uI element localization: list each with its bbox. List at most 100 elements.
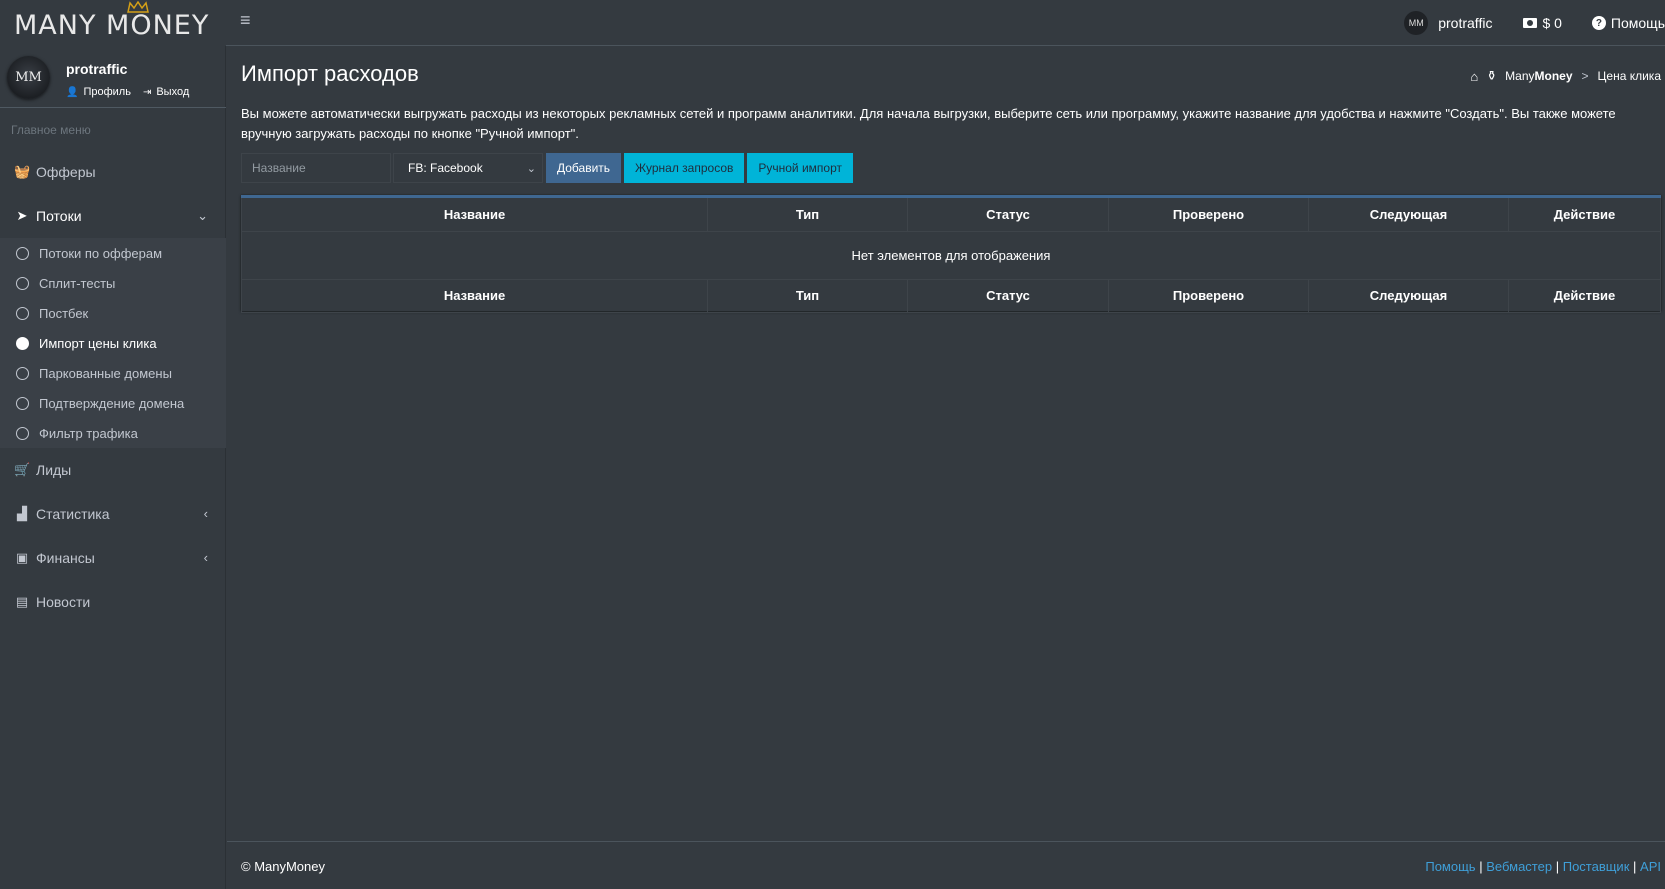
imports-table: Название Тип Статус Проверено Следующая … [241, 198, 1661, 313]
profile-label: Профиль [83, 86, 131, 98]
sidebar-subitem-domain-verification[interactable]: Подтверждение домена [0, 388, 226, 418]
circle-icon [16, 276, 29, 290]
column-footer-next: Следующая [1308, 279, 1509, 313]
sidebar: MM protraffic 👤 Профиль ⇥ Выход Главное … [0, 46, 226, 889]
column-header-status[interactable]: Статус [907, 198, 1109, 232]
sidebar-item-finance[interactable]: ▣ Финансы ‹ [0, 536, 226, 580]
sidebar-item-offers[interactable]: 🧺 Офферы [0, 150, 226, 194]
cart-icon: 🛒 [14, 462, 31, 477]
profile-link[interactable]: 👤 Профиль [66, 86, 131, 98]
brand-logo-text: MANY MONEY [14, 10, 210, 41]
top-navbar: MANY MONEY ≡ MM protraffic $ 0 ? Помощь [0, 0, 1665, 46]
user-icon: 👤 [66, 86, 79, 98]
column-header-checked[interactable]: Проверено [1108, 198, 1309, 232]
sidebar-subitem-click-price-import[interactable]: Импорт цены клика [0, 328, 226, 358]
sidebar-subitem-label: Паркованные домены [39, 365, 172, 381]
money-icon: ▣ [15, 550, 29, 565]
footer-link-webmaster[interactable]: Вебмастер [1486, 859, 1552, 874]
breadcrumb-separator: > [1581, 69, 1589, 83]
avatar: MM [1404, 11, 1429, 35]
footer-separator: | [1555, 859, 1560, 874]
sidebar-item-news[interactable]: ▤ Новости [0, 580, 226, 624]
money-icon [1523, 18, 1538, 28]
column-header-type[interactable]: Тип [707, 198, 908, 232]
sidebar-item-label: Лиды [36, 462, 72, 478]
circle-icon [16, 396, 29, 410]
breadcrumb-root[interactable]: ManyMoney [1505, 69, 1572, 83]
sidebar-subitem-label: Сплит-тесты [39, 275, 116, 291]
main-content: Импорт расходов ⌂ ⚱ ManyMoney > Цена кли… [227, 46, 1665, 841]
column-header-name[interactable]: Название [241, 198, 708, 232]
sidebar-item-label: Потоки [36, 208, 82, 224]
brand[interactable]: MANY MONEY [0, 0, 226, 46]
sidebar-item-streams[interactable]: ➤ Потоки ⌄ [0, 194, 226, 238]
circle-icon [16, 366, 29, 380]
add-button[interactable]: Добавить [546, 153, 622, 183]
footer-separator: | [1633, 859, 1637, 874]
menu-header: Главное меню [11, 123, 91, 137]
footer-links: Помощь | Вебмастер | Поставщик | API [1425, 859, 1661, 874]
user-panel: MM protraffic 👤 Профиль ⇥ Выход [0, 46, 226, 108]
page-description: Вы можете автоматически выгружать расход… [241, 106, 1616, 141]
circle-icon [16, 306, 29, 320]
circle-filled-icon [16, 336, 29, 350]
sidebar-item-label: Новости [36, 594, 91, 610]
column-header-action: Действие [1508, 198, 1661, 232]
network-select[interactable]: FB: Facebook ⌄ [393, 153, 543, 183]
sidebar-subitem-label: Постбек [39, 305, 89, 321]
logout-link[interactable]: ⇥ Выход [143, 86, 189, 98]
balance-link[interactable]: $ 0 [1523, 15, 1562, 31]
avatar[interactable]: MM [7, 56, 50, 99]
chart-icon: ▟ [17, 506, 27, 521]
name-input[interactable] [241, 153, 391, 183]
balance-value: $ 0 [1542, 15, 1562, 31]
sidebar-item-label: Офферы [36, 164, 96, 180]
sidebar-subitem-traffic-filter[interactable]: Фильтр трафика [0, 418, 226, 448]
page-title: Импорт расходов [241, 61, 419, 86]
breadcrumb-root-bold: Money [1534, 69, 1573, 83]
paper-plane-icon: ➤ [16, 208, 28, 223]
home-icon[interactable]: ⌂ [1470, 69, 1478, 84]
menu-toggle-icon[interactable]: ≡ [240, 11, 254, 29]
nav-username: protraffic [1438, 15, 1493, 31]
column-footer-type: Тип [707, 279, 908, 313]
sidebar-item-label: Финансы [36, 550, 95, 566]
table-header-row: Название Тип Статус Проверено Следующая … [241, 198, 1661, 232]
chevron-left-icon: ‹ [203, 506, 208, 521]
manual-import-button[interactable]: Ручной импорт [747, 153, 853, 183]
sidebar-subitem-postback[interactable]: Постбек [0, 298, 226, 328]
request-log-button[interactable]: Журнал запросов [624, 153, 745, 183]
footer-separator: | [1479, 859, 1483, 874]
sidebar-subitem-offer-streams[interactable]: Потоки по офферам [0, 238, 226, 268]
footer-link-api[interactable]: API [1640, 859, 1661, 874]
help-link[interactable]: ? Помощь [1591, 15, 1665, 31]
question-icon: ? [1591, 16, 1606, 30]
sidebar-item-leads[interactable]: 🛒 Лиды [0, 448, 226, 492]
sidebar-item-statistics[interactable]: ▟ Статистика ‹ [0, 492, 226, 536]
sidebar-subitem-label: Фильтр трафика [39, 425, 138, 441]
circle-icon [16, 246, 29, 260]
help-label: Помощь [1610, 15, 1665, 31]
sidebar-menu: 🧺 Офферы ➤ Потоки ⌄ Потоки по офферам Сп… [0, 150, 226, 624]
footer-link-supplier[interactable]: Поставщик [1563, 859, 1630, 874]
sidebar-subitem-label: Потоки по офферам [39, 245, 163, 261]
network-select-value: FB: Facebook [408, 161, 483, 175]
sidebar-subitem-label: Импорт цены клика [39, 335, 157, 351]
import-form: FB: Facebook ⌄ Добавить Журнал запросов … [241, 153, 856, 183]
sign-out-icon: ⇥ [142, 86, 152, 98]
streams-submenu: Потоки по офферам Сплит-тесты Постбек Им… [0, 238, 226, 448]
footer-link-help[interactable]: Помощь [1425, 859, 1475, 874]
sidebar-subitem-split-tests[interactable]: Сплит-тесты [0, 268, 226, 298]
logout-label: Выход [156, 86, 190, 98]
empty-message: Нет элементов для отображения [241, 230, 1661, 280]
sidebar-subitem-parked-domains[interactable]: Паркованные домены [0, 358, 226, 388]
breadcrumb-root-prefix: Many [1505, 69, 1535, 83]
table-footer-row: Название Тип Статус Проверено Следующая … [241, 279, 1661, 313]
user-name: protraffic [66, 61, 128, 77]
column-footer-status: Статус [907, 279, 1109, 313]
column-header-next[interactable]: Следующая [1308, 198, 1509, 232]
user-menu[interactable]: MM protraffic [1404, 11, 1492, 35]
column-footer-action: Действие [1508, 279, 1661, 313]
copyright: © ManyMoney [241, 859, 325, 874]
chevron-left-icon: ‹ [203, 550, 208, 565]
